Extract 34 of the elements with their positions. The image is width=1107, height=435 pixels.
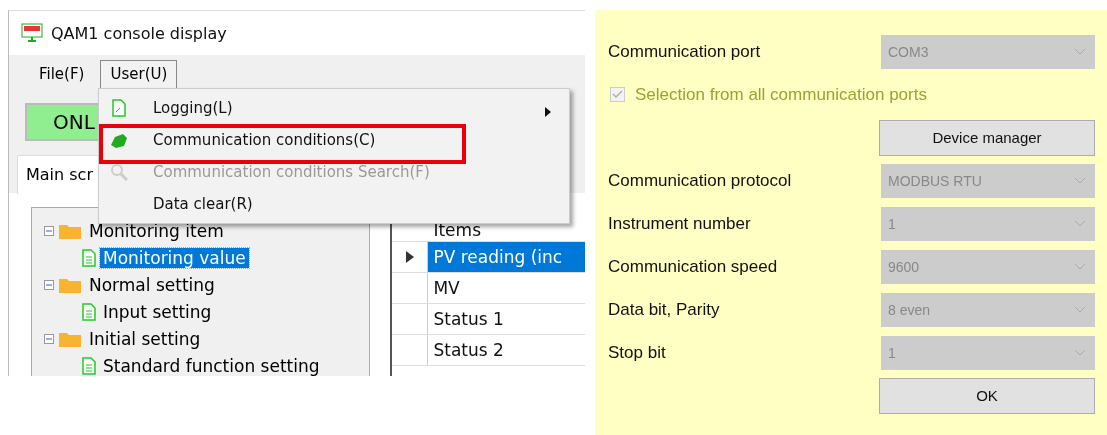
chevron-icon — [1074, 177, 1086, 184]
tree-item[interactable]: Monitoring value — [100, 247, 249, 268]
document-icon — [82, 356, 96, 375]
menu-item[interactable]: Logging(L) — [153, 99, 565, 117]
document-icon — [112, 99, 126, 117]
tree-item[interactable]: Standard function setting — [100, 355, 323, 376]
button[interactable]: OK — [879, 377, 1095, 414]
document-icon — [82, 248, 96, 267]
tree-item[interactable]: Initial setting — [86, 328, 204, 349]
checkbox-label: Selection from all communication ports — [635, 84, 927, 105]
search-icon — [110, 163, 128, 181]
chevron-icon — [1074, 349, 1086, 356]
chevron-icon — [1074, 220, 1086, 227]
menu-item[interactable]: Data clear(R) — [153, 195, 565, 213]
menu-item[interactable]: File(F) — [29, 60, 95, 88]
tree-item[interactable]: Monitoring item — [86, 220, 227, 241]
table-cell: PV reading (inc — [428, 242, 585, 272]
document-icon — [82, 302, 96, 321]
button[interactable]: Device manager — [879, 119, 1095, 156]
field-label: Instrument number — [608, 213, 751, 234]
chevron-icon — [1074, 48, 1086, 55]
field-label: Stop bit — [608, 342, 666, 363]
field-label: Data bit, Parity — [608, 299, 720, 320]
field-label: Communication speed — [608, 256, 778, 277]
monitor-icon — [21, 23, 43, 43]
window-title: QAM1 console display — [51, 23, 227, 43]
tree-item[interactable]: Input setting — [100, 301, 215, 322]
chevron-icon — [1074, 306, 1086, 313]
field-label: Communication protocol — [608, 170, 792, 191]
chevron-icon — [1074, 263, 1086, 270]
menu-item[interactable]: User(U) — [100, 60, 178, 88]
menu-item[interactable]: Communication conditions(C) — [153, 131, 565, 149]
field-label: Communication port — [608, 41, 761, 62]
tree-item[interactable]: Normal setting — [86, 274, 218, 295]
